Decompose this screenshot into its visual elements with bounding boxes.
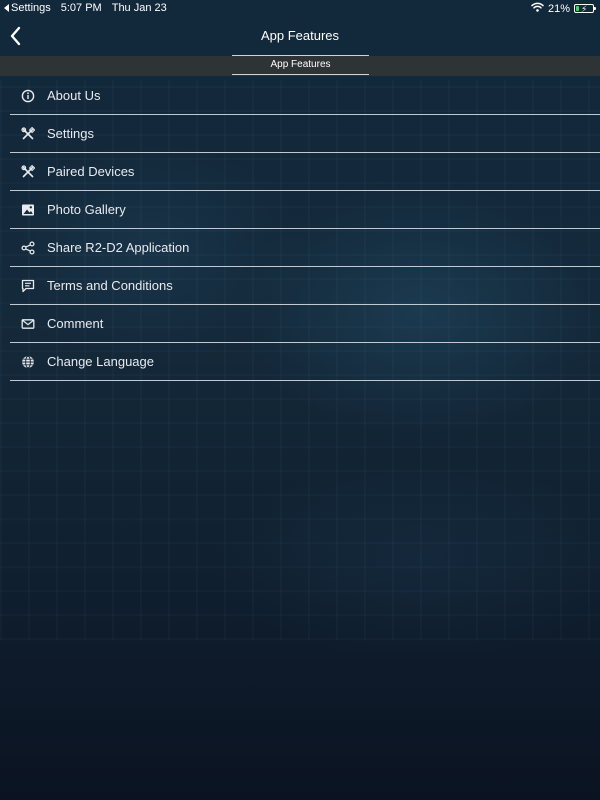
menu-item-label: Comment (47, 316, 104, 331)
menu-item-label: About Us (47, 88, 101, 103)
status-right: 21% ⚡ (531, 2, 596, 15)
menu-item-label: Share R2-D2 Application (47, 240, 190, 255)
globe-icon (21, 355, 35, 369)
image-icon (21, 203, 35, 217)
menu-item-terms[interactable]: Terms and Conditions (10, 267, 600, 305)
share-icon (21, 240, 35, 255)
menu-item-settings[interactable]: Settings (10, 115, 600, 153)
wifi-icon (531, 2, 544, 15)
tools-icon (21, 164, 35, 179)
battery-percent: 21% (547, 2, 570, 15)
menu-item-photo-gallery[interactable]: Photo Gallery (10, 191, 600, 229)
menu-item-label: Photo Gallery (47, 202, 126, 217)
menu-item-share-app[interactable]: Share R2-D2 Application (10, 229, 600, 267)
menu-item-label: Paired Devices (47, 164, 135, 179)
info-icon (21, 89, 35, 103)
menu-item-comment[interactable]: Comment (10, 305, 600, 343)
mail-icon (21, 317, 35, 331)
menu-item-label: Terms and Conditions (47, 278, 173, 293)
back-to-app-label[interactable]: Settings (11, 2, 51, 14)
message-icon (21, 279, 35, 293)
charging-bolt-icon: ⚡ (581, 4, 588, 14)
battery-icon: ⚡ (574, 4, 596, 14)
segment-bar: App Features (0, 55, 600, 76)
menu-item-about-us[interactable]: About Us (10, 77, 600, 115)
battery-fill (576, 6, 579, 11)
status-left: Settings 5:07 PM Thu Jan 23 (4, 2, 167, 14)
tab-app-features[interactable]: App Features (232, 55, 369, 75)
status-date: Thu Jan 23 (111, 2, 167, 14)
nav-bar: App Features (0, 18, 600, 55)
page-title: App Features (260, 28, 340, 43)
menu-item-change-language[interactable]: Change Language (10, 343, 600, 381)
tools-icon (21, 126, 35, 141)
status-time: 5:07 PM (60, 2, 102, 14)
back-to-app-icon[interactable] (4, 4, 9, 12)
menu-item-label: Settings (47, 126, 94, 141)
menu-item-paired-devices[interactable]: Paired Devices (10, 153, 600, 191)
status-bar: Settings 5:07 PM Thu Jan 23 21% ⚡ (0, 0, 600, 18)
features-menu: About Us Settings Paired Devices Photo G… (10, 77, 600, 381)
menu-item-label: Change Language (47, 354, 154, 369)
